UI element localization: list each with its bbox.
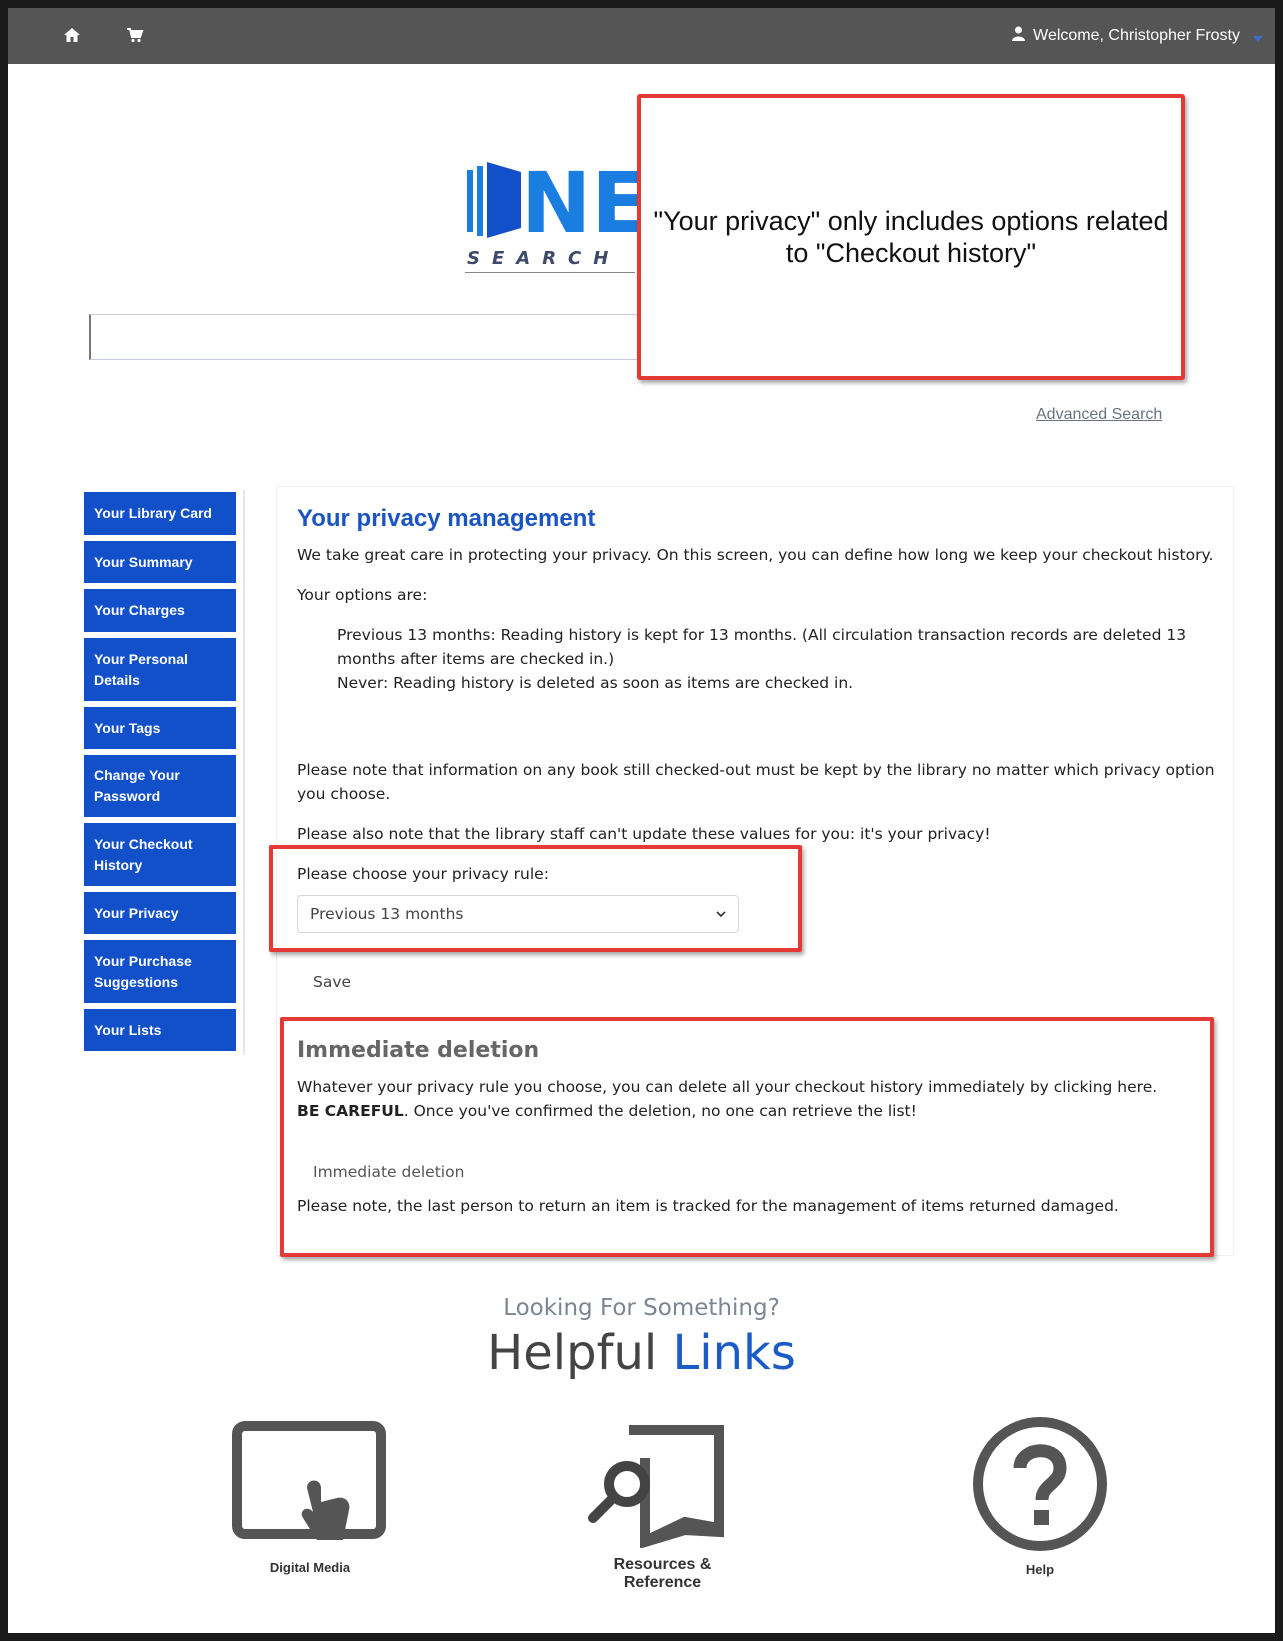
intro-text: We take great care in protecting your pr… [297,546,1214,564]
account-sidebar: Your Library Card Your Summary Your Char… [84,492,236,1057]
sidebar-item-checkout-history[interactable]: Your Checkout History [84,823,236,886]
options-heading: Your options are: [297,586,428,604]
home-icon[interactable] [63,26,83,46]
magnifier-book-icon [588,1425,724,1549]
helpful-links-title: Helpful Links [0,1325,1283,1381]
helpful-title-part: Helpful [487,1325,673,1381]
tile-label: Resources & Reference [613,1556,712,1591]
annotation-highlight-select [269,845,802,952]
user-icon [1012,26,1026,46]
tile-label: Digital Media [269,1560,351,1575]
sidebar-item-summary[interactable]: Your Summary [84,541,236,583]
sidebar-item-change-password[interactable]: Change Your Password [84,755,236,817]
sidebar-item-label: Your Personal Details [94,650,188,688]
link-digital-media[interactable]: Digital Media [225,1418,395,1578]
sidebar-item-tags[interactable]: Your Tags [84,707,236,749]
top-navbar: Welcome, Christopher Frosty [8,8,1275,64]
helpful-links-subtitle: Looking For Something? [503,1295,780,1321]
helpful-title-accent: Links [672,1325,796,1381]
sidebar-item-label: Your Summary [94,553,193,570]
annotation-callout: "Your privacy" only includes options rel… [637,94,1185,380]
sidebar-item-charges[interactable]: Your Charges [84,589,236,632]
advanced-search-link[interactable]: Advanced Search [1036,406,1162,424]
sidebar-item-personal-details[interactable]: Your Personal Details [84,638,236,701]
sidebar-item-lists[interactable]: Your Lists [84,1009,236,1051]
logo-mark: NE [467,154,649,252]
sidebar-item-label: Change Your Password [94,767,180,804]
option-13-months: Previous 13 months: Reading history is k… [337,626,1187,668]
sidebar-item-label: Your Lists [94,1021,162,1038]
sidebar-item-label: Your Tags [94,719,161,736]
tablet-touch-icon [232,1421,386,1540]
sidebar-item-privacy[interactable]: Your Privacy [84,892,236,934]
logo-letters: NE [521,158,645,248]
sidebar-item-label: Your Charges [94,602,185,618]
user-menu[interactable]: Welcome, Christopher Frosty [1012,26,1240,46]
option-never: Never: Reading history is deleted as soo… [337,674,854,692]
link-resources-reference[interactable]: Resources & Reference [575,1418,750,1591]
save-button[interactable]: Save [313,973,351,991]
link-help[interactable]: Help [970,1414,1110,1578]
sidebar-item-label: Your Purchase Suggestions [94,952,192,990]
page-title: Your privacy management [297,505,596,532]
logo-underline [465,272,635,273]
annotation-highlight-deletion [280,1017,1214,1257]
sidebar-divider [243,490,245,1055]
cart-icon[interactable] [126,26,146,46]
question-circle-icon [973,1417,1107,1551]
logo-word: SEARCH [467,248,621,269]
library-logo[interactable]: NE SEARCH [465,154,649,278]
note-staff: Please also note that the library staff … [297,825,991,843]
sidebar-item-purchase-suggestions[interactable]: Your Purchase Suggestions [84,940,236,1003]
sidebar-item-label: Your Library Card [94,505,212,521]
annotation-text: "Your privacy" only includes options rel… [653,206,1169,268]
chevron-down-icon[interactable] [1253,36,1263,42]
sidebar-item-label: Your Privacy [94,904,179,921]
note-checked-out: Please note that information on any book… [297,761,1215,803]
search-input[interactable] [89,314,649,360]
welcome-text: Welcome, Christopher Frosty [1033,27,1240,44]
tile-label: Help [1025,1562,1055,1577]
sidebar-item-label: Your Checkout History [94,835,193,873]
sidebar-item-library-card[interactable]: Your Library Card [84,492,236,535]
